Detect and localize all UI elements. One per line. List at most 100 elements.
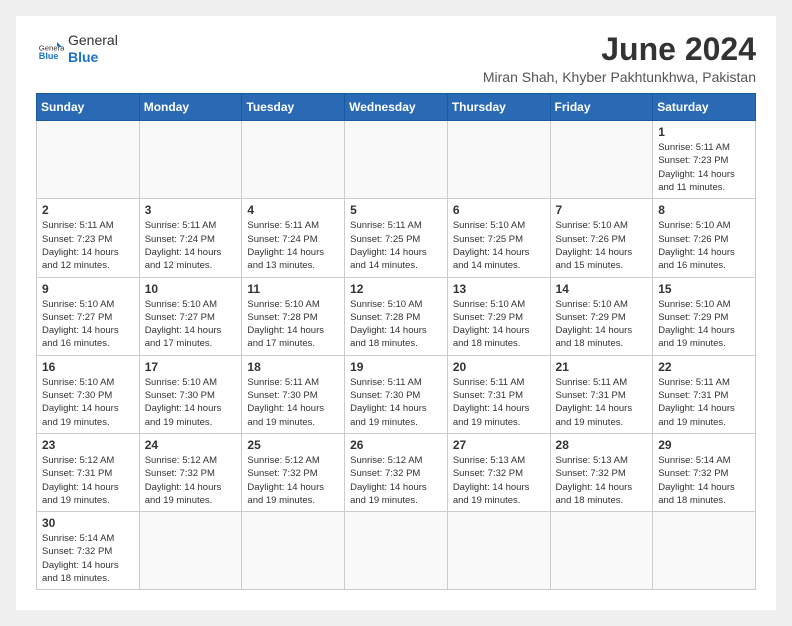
day-number: 29 — [658, 438, 750, 452]
day-info: Sunrise: 5:10 AM Sunset: 7:26 PM Dayligh… — [658, 219, 750, 272]
day-number: 27 — [453, 438, 545, 452]
weekday-header: Wednesday — [345, 94, 448, 121]
calendar-table: SundayMondayTuesdayWednesdayThursdayFrid… — [36, 93, 756, 590]
day-number: 6 — [453, 203, 545, 217]
day-number: 15 — [658, 282, 750, 296]
day-number: 23 — [42, 438, 134, 452]
day-info: Sunrise: 5:10 AM Sunset: 7:30 PM Dayligh… — [42, 376, 134, 429]
svg-text:Blue: Blue — [39, 51, 59, 61]
calendar-week-row: 9Sunrise: 5:10 AM Sunset: 7:27 PM Daylig… — [37, 277, 756, 355]
calendar-day-cell: 7 Sunrise: 5:10 AM Sunset: 7:26 PM Daylig… — [550, 199, 653, 277]
calendar-header: General Blue General Blue June 2024 Mira… — [36, 32, 756, 85]
weekday-header: Sunday — [37, 94, 140, 121]
calendar-day-cell — [139, 512, 242, 590]
calendar-day-cell: 12Sunrise: 5:10 AM Sunset: 7:28 PM Dayli… — [345, 277, 448, 355]
calendar-day-cell — [345, 121, 448, 199]
day-info: Sunrise: 5:11 AM Sunset: 7:30 PM Dayligh… — [247, 376, 339, 429]
calendar-day-cell — [242, 512, 345, 590]
day-info: Sunrise: 5:14 AM Sunset: 7:32 PM Dayligh… — [42, 532, 134, 585]
calendar-day-cell: 28 Sunrise: 5:13 AM Sunset: 7:32 PM Dayli… — [550, 433, 653, 511]
day-info: Sunrise: 5:10 AM Sunset: 7:28 PM Dayligh… — [350, 298, 442, 351]
title-block: June 2024 Miran Shah, Khyber Pakhtunkhwa… — [483, 32, 756, 85]
calendar-day-cell: 1Sunrise: 5:11 AM Sunset: 7:23 PM Daylig… — [653, 121, 756, 199]
calendar-day-cell — [139, 121, 242, 199]
day-number: 26 — [350, 438, 442, 452]
day-info: Sunrise: 5:14 AM Sunset: 7:32 PM Dayligh… — [658, 454, 750, 507]
calendar-day-cell: 24 Sunrise: 5:12 AM Sunset: 7:32 PM Dayli… — [139, 433, 242, 511]
day-info: Sunrise: 5:10 AM Sunset: 7:29 PM Dayligh… — [453, 298, 545, 351]
day-info: Sunrise: 5:10 AM Sunset: 7:30 PM Dayligh… — [145, 376, 237, 429]
day-number: 22 — [658, 360, 750, 374]
day-number: 3 — [145, 203, 237, 217]
day-info: Sunrise: 5:11 AM Sunset: 7:24 PM Dayligh… — [247, 219, 339, 272]
calendar-page: General Blue General Blue June 2024 Mira… — [16, 16, 776, 610]
day-number: 13 — [453, 282, 545, 296]
logo-text: General Blue — [68, 32, 118, 66]
weekday-header: Thursday — [447, 94, 550, 121]
calendar-day-cell: 25Sunrise: 5:12 AM Sunset: 7:32 PM Dayli… — [242, 433, 345, 511]
day-number: 2 — [42, 203, 134, 217]
day-number: 28 — [556, 438, 648, 452]
day-number: 4 — [247, 203, 339, 217]
calendar-day-cell: 2Sunrise: 5:11 AM Sunset: 7:23 PM Daylig… — [37, 199, 140, 277]
day-number: 17 — [145, 360, 237, 374]
day-number: 10 — [145, 282, 237, 296]
day-info: Sunrise: 5:11 AM Sunset: 7:25 PM Dayligh… — [350, 219, 442, 272]
day-number: 21 — [556, 360, 648, 374]
weekday-header: Monday — [139, 94, 242, 121]
calendar-week-row: 1Sunrise: 5:11 AM Sunset: 7:23 PM Daylig… — [37, 121, 756, 199]
day-info: Sunrise: 5:11 AM Sunset: 7:31 PM Dayligh… — [453, 376, 545, 429]
calendar-day-cell — [653, 512, 756, 590]
weekday-header: Saturday — [653, 94, 756, 121]
day-info: Sunrise: 5:11 AM Sunset: 7:30 PM Dayligh… — [350, 376, 442, 429]
day-number: 20 — [453, 360, 545, 374]
calendar-body: 1Sunrise: 5:11 AM Sunset: 7:23 PM Daylig… — [37, 121, 756, 590]
calendar-day-cell: 18 Sunrise: 5:11 AM Sunset: 7:30 PM Dayli… — [242, 355, 345, 433]
day-number: 8 — [658, 203, 750, 217]
day-info: Sunrise: 5:12 AM Sunset: 7:32 PM Dayligh… — [350, 454, 442, 507]
calendar-title: June 2024 — [483, 32, 756, 67]
calendar-week-row: 2Sunrise: 5:11 AM Sunset: 7:23 PM Daylig… — [37, 199, 756, 277]
day-info: Sunrise: 5:10 AM Sunset: 7:26 PM Dayligh… — [556, 219, 648, 272]
day-number: 7 — [556, 203, 648, 217]
day-number: 14 — [556, 282, 648, 296]
day-info: Sunrise: 5:12 AM Sunset: 7:32 PM Dayligh… — [247, 454, 339, 507]
day-number: 24 — [145, 438, 237, 452]
logo-icon: General Blue — [36, 35, 64, 63]
calendar-day-cell — [550, 512, 653, 590]
calendar-day-cell: 14 Sunrise: 5:10 AM Sunset: 7:29 PM Dayli… — [550, 277, 653, 355]
calendar-day-cell: 23Sunrise: 5:12 AM Sunset: 7:31 PM Dayli… — [37, 433, 140, 511]
calendar-day-cell: 26 Sunrise: 5:12 AM Sunset: 7:32 PM Dayli… — [345, 433, 448, 511]
day-info: Sunrise: 5:13 AM Sunset: 7:32 PM Dayligh… — [556, 454, 648, 507]
day-number: 30 — [42, 516, 134, 530]
day-info: Sunrise: 5:12 AM Sunset: 7:32 PM Dayligh… — [145, 454, 237, 507]
day-info: Sunrise: 5:10 AM Sunset: 7:27 PM Dayligh… — [42, 298, 134, 351]
calendar-day-cell: 20 Sunrise: 5:11 AM Sunset: 7:31 PM Dayli… — [447, 355, 550, 433]
calendar-day-cell: 8 Sunrise: 5:10 AM Sunset: 7:26 PM Daylig… — [653, 199, 756, 277]
weekday-header: Tuesday — [242, 94, 345, 121]
day-info: Sunrise: 5:10 AM Sunset: 7:29 PM Dayligh… — [556, 298, 648, 351]
calendar-day-cell: 22Sunrise: 5:11 AM Sunset: 7:31 PM Dayli… — [653, 355, 756, 433]
calendar-day-cell: 19Sunrise: 5:11 AM Sunset: 7:30 PM Dayli… — [345, 355, 448, 433]
calendar-day-cell — [242, 121, 345, 199]
day-info: Sunrise: 5:10 AM Sunset: 7:27 PM Dayligh… — [145, 298, 237, 351]
day-info: Sunrise: 5:10 AM Sunset: 7:25 PM Dayligh… — [453, 219, 545, 272]
day-number: 11 — [247, 282, 339, 296]
calendar-day-cell: 21Sunrise: 5:11 AM Sunset: 7:31 PM Dayli… — [550, 355, 653, 433]
day-number: 18 — [247, 360, 339, 374]
calendar-week-row: 16Sunrise: 5:10 AM Sunset: 7:30 PM Dayli… — [37, 355, 756, 433]
calendar-day-cell: 16Sunrise: 5:10 AM Sunset: 7:30 PM Dayli… — [37, 355, 140, 433]
calendar-day-cell: 9Sunrise: 5:10 AM Sunset: 7:27 PM Daylig… — [37, 277, 140, 355]
calendar-day-cell: 29 Sunrise: 5:14 AM Sunset: 7:32 PM Dayli… — [653, 433, 756, 511]
day-number: 5 — [350, 203, 442, 217]
calendar-day-cell: 27Sunrise: 5:13 AM Sunset: 7:32 PM Dayli… — [447, 433, 550, 511]
calendar-subtitle: Miran Shah, Khyber Pakhtunkhwa, Pakistan — [483, 69, 756, 85]
calendar-day-cell: 10 Sunrise: 5:10 AM Sunset: 7:27 PM Dayli… — [139, 277, 242, 355]
day-info: Sunrise: 5:11 AM Sunset: 7:23 PM Dayligh… — [658, 141, 750, 194]
calendar-day-cell: 11Sunrise: 5:10 AM Sunset: 7:28 PM Dayli… — [242, 277, 345, 355]
calendar-day-cell: 30 Sunrise: 5:14 AM Sunset: 7:32 PM Dayli… — [37, 512, 140, 590]
calendar-day-cell — [37, 121, 140, 199]
calendar-week-row: 23Sunrise: 5:12 AM Sunset: 7:31 PM Dayli… — [37, 433, 756, 511]
logo: General Blue General Blue — [36, 32, 118, 66]
day-info: Sunrise: 5:10 AM Sunset: 7:29 PM Dayligh… — [658, 298, 750, 351]
